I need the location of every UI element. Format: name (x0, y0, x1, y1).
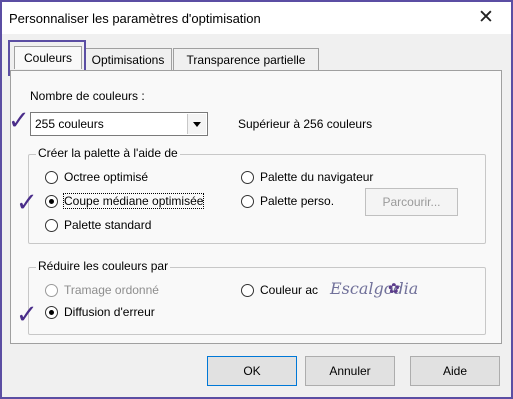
option-browser-label: Palette du navigateur (260, 170, 374, 184)
reduce-group (28, 267, 486, 335)
cancel-button[interactable]: Annuler (305, 356, 395, 386)
option-median-cut-label: Coupe médiane optimisée (62, 193, 205, 209)
radio-selected-dot (49, 199, 54, 204)
option-standard-label: Palette standard (64, 218, 152, 232)
palette-group-title: Créer la palette à l'aide de (36, 146, 180, 160)
option-octree-label: Octree optimisé (64, 170, 149, 184)
browse-button[interactable]: Parcourir... (365, 188, 458, 216)
tab-transparence-label: Transparence partielle (186, 53, 306, 67)
radio-custom-palette[interactable] (241, 195, 254, 208)
tab-transparence[interactable]: Transparence partielle (173, 48, 319, 71)
radio-median-cut[interactable] (45, 195, 58, 208)
watermark-signature: Escalgodia (330, 279, 419, 298)
color-count-value: 255 couleurs (35, 117, 104, 131)
option-ordered-dither-label: Tramage ordonné (64, 283, 159, 297)
checkmark-annotation: ✓ (16, 188, 38, 218)
window-title: Personnaliser les paramètres d'optimisat… (9, 11, 261, 26)
help-button[interactable]: Aide (410, 356, 500, 386)
ok-button[interactable]: OK (207, 356, 297, 386)
dropdown-button[interactable] (187, 114, 206, 134)
radio-standard[interactable] (45, 219, 58, 232)
tab-optimisations-label: Optimisations (91, 53, 165, 67)
chevron-down-icon (193, 122, 201, 127)
color-count-note: Supérieur à 256 couleurs (238, 117, 373, 131)
option-custom-label: Palette perso. (260, 194, 335, 208)
radio-error-diffusion[interactable] (45, 306, 58, 319)
checkmark-annotation: ✓ (16, 300, 38, 330)
radio-selected-dot (49, 310, 54, 315)
radio-nearest-color[interactable] (241, 284, 254, 297)
flower-icon: ✿ (388, 280, 400, 296)
title-bar: Personnaliser les paramètres d'optimisat… (2, 2, 511, 34)
close-icon[interactable]: ✕ (478, 7, 494, 29)
radio-browser-palette[interactable] (241, 171, 254, 184)
radio-ordered-dither[interactable] (45, 284, 58, 297)
tab-optimisations[interactable]: Optimisations (84, 48, 172, 71)
color-count-label: Nombre de couleurs : (30, 89, 145, 103)
reduce-group-title: Réduire les couleurs par (36, 259, 171, 273)
option-nearest-color-label: Couleur ac (260, 283, 319, 297)
radio-octree[interactable] (45, 171, 58, 184)
option-error-diffusion-label: Diffusion d'erreur (64, 305, 155, 319)
color-count-select[interactable]: 255 couleurs (30, 112, 208, 136)
checkmark-annotation: ✓ (8, 106, 30, 136)
